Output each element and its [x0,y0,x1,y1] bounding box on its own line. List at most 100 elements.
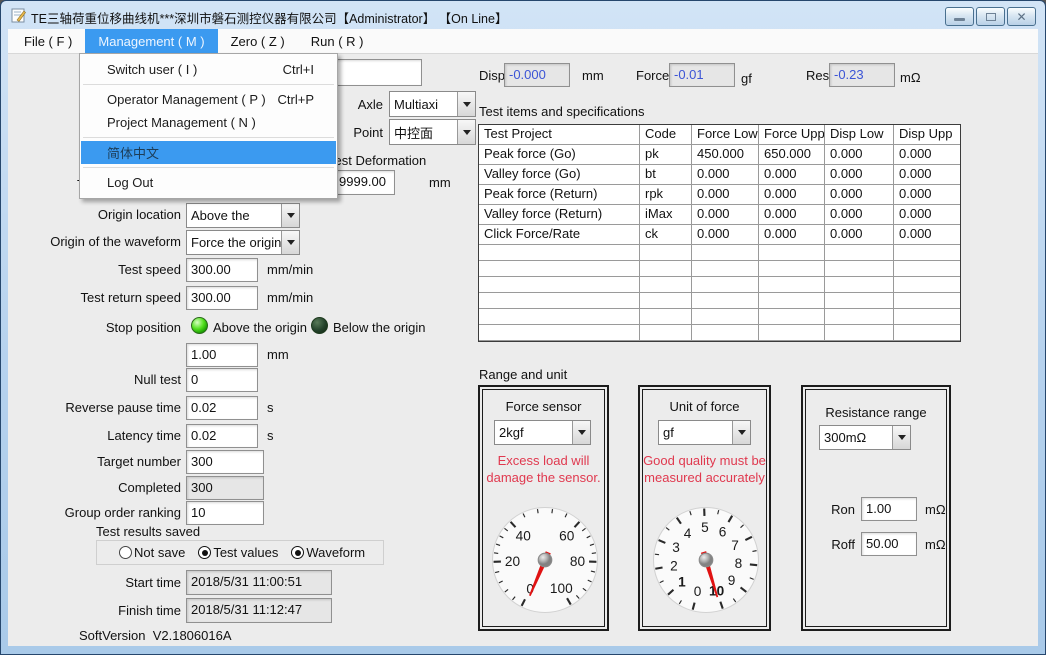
menu-item-shortcut: Ctrl+P [277,92,314,107]
table-cell[interactable]: 0.000 [759,165,825,185]
table-cell[interactable]: 0.000 [759,225,825,245]
gauge-label: 1 [678,575,686,590]
table-cell[interactable]: 0.000 [894,165,960,185]
stop-distance-input[interactable]: 1.00 [186,343,258,367]
origin-waveform-label: Origin of the waveform [50,234,181,249]
test-speed-unit: mm/min [267,262,314,277]
menu-item-2[interactable]: Operator Management ( P ) Ctrl+P [81,88,336,111]
disp-readout: -0.000 [504,63,570,87]
menu-separator [83,137,334,138]
table-cell[interactable]: 0.000 [894,225,960,245]
menu-item-2[interactable]: Zero ( Z ) [218,29,298,53]
radio-option-0[interactable]: Not save [119,545,185,560]
menu-item-0[interactable]: Switch user ( I ) Ctrl+I [81,58,336,81]
table-cell[interactable]: bt [640,165,692,185]
stop-position-led-on[interactable] [191,317,208,334]
axle-select[interactable]: Multiaxi [389,91,476,117]
management-menu-dropdown: Switch user ( I ) Ctrl+I Operator Manageme… [79,53,338,199]
origin-location-value: Above the [191,208,250,223]
maximize-button[interactable] [976,7,1005,26]
table-cell[interactable]: iMax [640,205,692,225]
menu-item-7[interactable]: Log Out [81,171,336,194]
point-select[interactable]: 中控面 [389,119,476,145]
empty-cell [825,293,894,309]
force-sensor-gauge: 0 20 40 60 80 100 [482,497,608,628]
target-number-input[interactable]: 300 [186,450,264,474]
stop-distance-unit: mm [267,347,289,362]
table-cell[interactable]: 650.000 [759,145,825,165]
table-cell[interactable]: 450.000 [692,145,759,165]
table-cell[interactable]: 0.000 [894,185,960,205]
table-cell[interactable]: Click Force/Rate [479,225,640,245]
ron-input[interactable]: 1.00 [861,497,917,521]
table-cell[interactable]: pk [640,145,692,165]
test-speed-input[interactable]: 300.00 [186,258,258,282]
group-order-ranking-input[interactable]: 10 [186,501,264,525]
table-cell[interactable]: 0.000 [825,205,894,225]
origin-location-select[interactable]: Above the [186,203,300,228]
minimize-icon [954,18,965,21]
reverse-pause-time-input[interactable]: 0.02 [186,396,258,420]
empty-cell [825,277,894,293]
table-cell[interactable]: 0.000 [759,205,825,225]
table-cell[interactable]: 0.000 [759,185,825,205]
close-button[interactable]: ✕ [1007,7,1036,26]
test-return-speed-input[interactable]: 300.00 [186,286,258,310]
null-test-input[interactable]: 0 [186,368,258,392]
empty-cell [894,277,960,293]
menu-item-3[interactable]: Run ( R ) [298,29,377,53]
stop-position-label: Stop position [105,320,181,335]
empty-cell [894,293,960,309]
disp-unit: mm [582,68,604,83]
table-cell[interactable]: ck [640,225,692,245]
gauge-label: 60 [559,529,575,544]
chevron-down-icon [457,120,475,144]
table-cell[interactable]: 0.000 [825,165,894,185]
table-cell[interactable]: 0.000 [825,185,894,205]
menu-item-label: Operator Management ( P ) [107,92,266,107]
resistance-range-title: Resistance range [825,405,927,420]
table-cell[interactable]: Valley force (Return) [479,205,640,225]
latency-time-input[interactable]: 0.02 [186,424,258,448]
unit-of-force-select[interactable]: gf [658,420,751,445]
menu-item-5[interactable]: 简体中文 [81,141,336,164]
unit-of-force-title: Unit of force [669,399,740,414]
empty-cell [894,309,960,325]
radio-option-2[interactable]: Waveform [291,545,365,560]
force-readout: -0.01 [669,63,735,87]
table-cell[interactable]: 0.000 [692,205,759,225]
gauge-label: 2 [670,558,678,573]
column-header: Test Project [479,125,640,145]
radio-option-1[interactable]: Test values [198,545,278,560]
menu-item-0[interactable]: File ( F ) [11,29,85,53]
resistance-range-select[interactable]: 300mΩ [819,425,911,450]
menu-item-3[interactable]: Project Management ( N ) [81,111,336,134]
roff-input[interactable]: 50.00 [861,532,917,556]
force-sensor-title: Force sensor [505,399,582,414]
table-cell[interactable]: rpk [640,185,692,205]
table-cell[interactable]: 0.000 [894,205,960,225]
table-cell[interactable]: 0.000 [894,145,960,165]
product-input[interactable] [334,59,422,86]
gauge-label: 40 [516,529,532,544]
table-cell[interactable]: 0.000 [825,225,894,245]
table-cell[interactable]: 0.000 [692,185,759,205]
menu-item-1[interactable]: Management ( M ) [85,29,218,53]
minimize-button[interactable] [945,7,974,26]
table-cell[interactable]: 0.000 [692,225,759,245]
radio-label: Waveform [306,545,366,560]
force-sensor-select[interactable]: 2kgf [494,420,591,445]
table-cell[interactable]: Peak force (Return) [479,185,640,205]
empty-cell [759,325,825,341]
radio-label: Test values [213,545,279,560]
stop-position-led-off[interactable] [311,317,328,334]
table-cell[interactable]: Valley force (Go) [479,165,640,185]
test-deformation-input[interactable]: 9999.00 [334,170,395,195]
table-cell[interactable]: 0.000 [825,145,894,165]
axle-label: Axle [357,97,383,112]
column-header: Disp Upp [894,125,960,145]
table-cell[interactable]: 0.000 [692,165,759,185]
unit-of-force-box: Unit of force gf Good quality must be me… [638,385,771,631]
origin-waveform-select[interactable]: Force the origin [186,230,300,255]
table-cell[interactable]: Peak force (Go) [479,145,640,165]
